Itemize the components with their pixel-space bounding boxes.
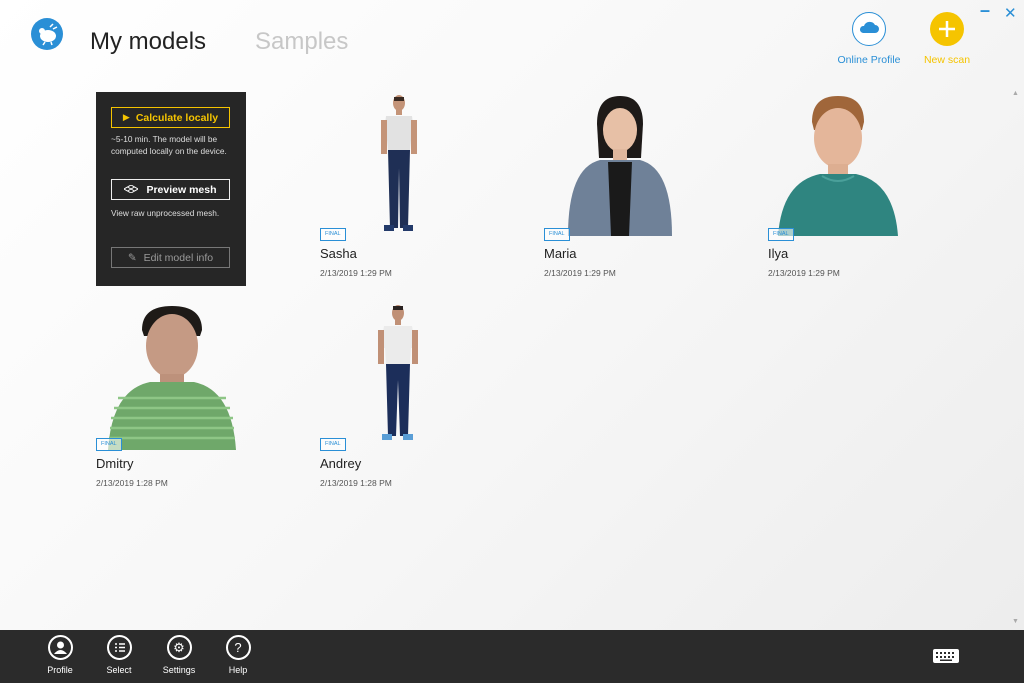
status-badge: FINAL [320,228,346,241]
minimize-icon[interactable]: – [980,0,990,21]
model-card-dmitry[interactable]: FINAL Dmitry 2/13/2019 1:28 PM [96,302,296,502]
tab-samples[interactable]: Samples [255,28,348,56]
model-card-andrey[interactable]: FINAL Andrey 2/13/2019 1:28 PM [320,302,520,502]
status-badge: FINAL [768,228,794,241]
new-scan-label: New scan [923,54,971,66]
question-icon: ? [225,635,251,660]
model-thumbnail [378,305,418,440]
preview-mesh-button[interactable]: Preview mesh [111,179,230,200]
model-date: 2/13/2019 1:29 PM [320,268,392,278]
calculate-locally-button[interactable]: ▶ Calculate locally [111,107,230,128]
model-name: Ilya [768,246,789,261]
profile-button[interactable]: Profile [30,635,90,675]
status-badge: FINAL [96,438,122,451]
edit-model-info-button[interactable]: ✎ Edit model info [111,247,230,268]
settings-button[interactable]: ⚙ Settings [149,635,209,675]
model-name: Andrey [320,456,362,471]
select-label: Select [106,665,132,675]
close-icon[interactable]: ✕ [1004,4,1017,22]
bottom-app-bar: Profile Select ⚙ Settings ? Help [0,630,1024,683]
online-profile-button[interactable]: Online Profile [829,12,909,66]
checklist-icon [106,635,132,660]
play-icon: ▶ [122,112,130,122]
model-thumbnail [108,306,236,450]
calculate-description: ~5-10 min. The model will be computed lo… [111,134,227,156]
model-card-maria[interactable]: FINAL Maria 2/13/2019 1:29 PM [544,92,744,292]
model-thumbnail [778,96,898,236]
help-label: Help [228,665,248,675]
model-name: Maria [544,246,577,261]
edit-model-info-label: Edit model info [143,251,214,264]
plus-icon [930,12,964,46]
scroll-down-icon[interactable]: ▼ [1012,618,1019,625]
model-card-sasha[interactable]: FINAL Sasha 2/13/2019 1:29 PM [320,92,520,292]
cloud-icon [852,12,886,46]
help-button[interactable]: ? Help [208,635,268,675]
model-date: 2/13/2019 1:29 PM [768,268,840,278]
pencil-icon: ✎ [127,251,137,264]
status-badge: FINAL [544,228,570,241]
model-actions-popup: ▶ Calculate locally ~5-10 min. The model… [96,92,246,286]
preview-mesh-label: Preview mesh [146,183,217,196]
app-logo [31,18,63,50]
new-scan-button[interactable]: New scan [907,12,987,66]
model-card-ilya[interactable]: FINAL Ilya 2/13/2019 1:29 PM [768,92,968,292]
profile-label: Profile [47,665,73,675]
tab-my-models[interactable]: My models [90,28,206,56]
model-name: Sasha [320,246,357,261]
keyboard-icon[interactable] [933,649,959,663]
model-date: 2/13/2019 1:29 PM [544,268,616,278]
scroll-up-icon[interactable]: ▲ [1012,90,1019,97]
calculate-locally-label: Calculate locally [135,111,219,124]
model-thumbnail [381,95,417,231]
model-thumbnail [568,96,672,236]
status-badge: FINAL [320,438,346,451]
person-icon [47,635,73,660]
mesh-icon [123,183,140,196]
preview-description: View raw unprocessed mesh. [111,208,220,218]
model-date: 2/13/2019 1:28 PM [96,478,168,488]
settings-label: Settings [162,665,196,675]
model-name: Dmitry [96,456,134,471]
online-profile-label: Online Profile [837,54,901,66]
model-date: 2/13/2019 1:28 PM [320,478,392,488]
gear-icon: ⚙ [166,635,192,660]
select-button[interactable]: Select [89,635,149,675]
